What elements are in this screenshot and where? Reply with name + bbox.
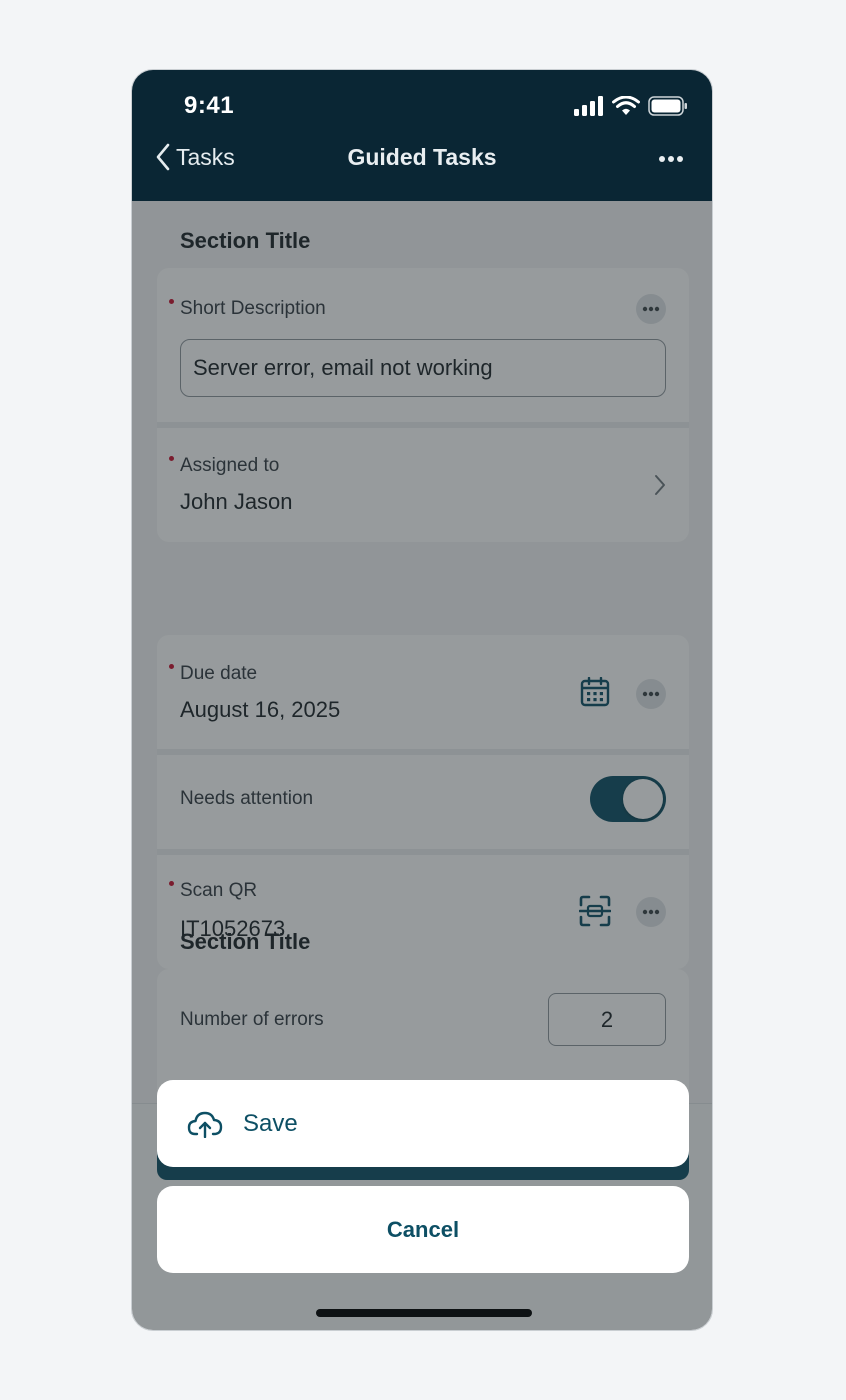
status-time: 9:41 [184, 92, 235, 119]
cloud-upload-icon [187, 1111, 223, 1138]
battery-icon [648, 96, 687, 116]
top-bar: 9:41 Tasks Guided Tasks [132, 70, 712, 201]
phone-frame: 9:41 Tasks Guided Tasks Section Title Sh… [131, 69, 713, 1331]
status-icons [574, 96, 688, 116]
more-options-button[interactable] [658, 150, 684, 168]
cancel-label: Cancel [386, 1216, 460, 1242]
wifi-icon [612, 96, 640, 115]
cellular-signal-icon [574, 96, 603, 116]
page-title: Guided Tasks [347, 144, 497, 170]
cancel-button[interactable]: Cancel [157, 1186, 689, 1273]
more-horizontal-icon [659, 156, 683, 162]
save-label: Save [243, 1109, 298, 1137]
save-button[interactable]: Save [157, 1080, 689, 1167]
home-indicator [316, 1309, 532, 1317]
